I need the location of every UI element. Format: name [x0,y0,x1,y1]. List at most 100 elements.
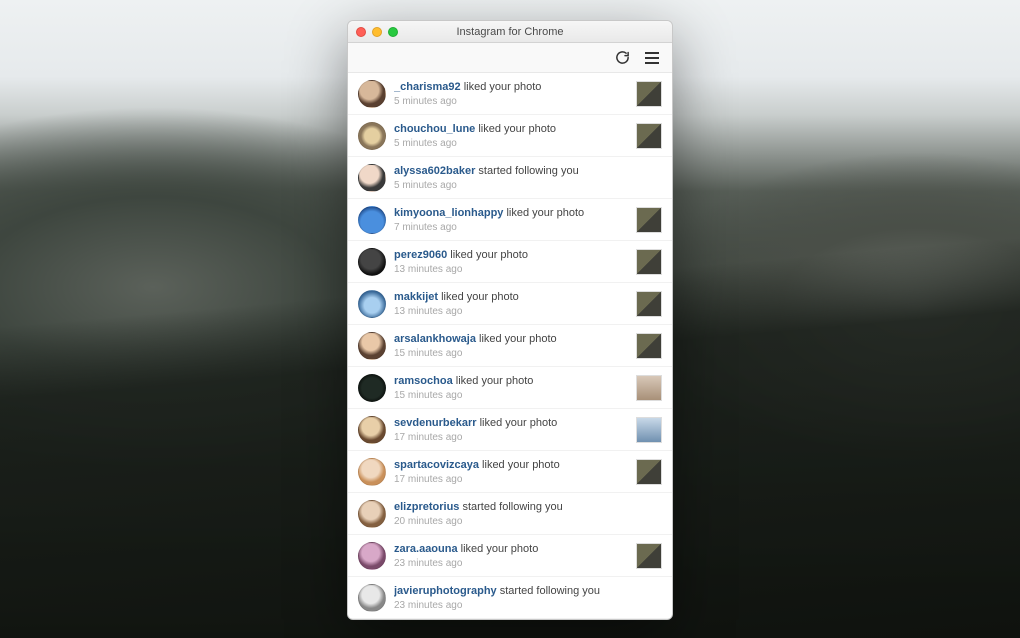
avatar[interactable] [358,332,386,360]
username-link[interactable]: makkijet [394,291,438,303]
avatar[interactable] [358,458,386,486]
avatar[interactable] [358,248,386,276]
action-text: liked your photo [476,333,557,345]
avatar[interactable] [358,374,386,402]
username-link[interactable]: kimyoona_lionhappy [394,207,503,219]
photo-thumbnail[interactable] [636,81,662,107]
notification-row[interactable]: perez9060 liked your photo 13 minutes ago [348,241,672,283]
notification-text: perez9060 liked your photo 13 minutes ago [394,248,628,274]
timestamp: 7 minutes ago [394,222,628,233]
notification-message: ramsochoa liked your photo [394,374,628,388]
notification-row[interactable]: ramsochoa liked your photo 15 minutes ago [348,367,672,409]
notification-message: sevdenurbekarr liked your photo [394,416,628,430]
notification-text: zara.aaouna liked your photo 23 minutes a… [394,542,628,568]
timestamp: 20 minutes ago [394,516,662,527]
avatar[interactable] [358,122,386,150]
username-link[interactable]: _charisma92 [394,81,461,93]
notification-message: kimyoona_lionhappy liked your photo [394,206,628,220]
action-text: liked your photo [447,249,528,261]
notification-text: arsalankhowaja liked your photo 15 minute… [394,332,628,358]
photo-thumbnail[interactable] [636,417,662,443]
notification-row[interactable]: zara.aaouna liked your photo 23 minutes a… [348,535,672,577]
username-link[interactable]: perez9060 [394,249,447,261]
notification-text: elizpretorius started following you 20 mi… [394,500,662,526]
username-link[interactable]: javieruphotography [394,585,497,597]
notification-row[interactable]: sevdenurbekarr liked your photo17 minute… [348,409,672,451]
username-link[interactable]: alyssa602baker [394,165,475,177]
notification-list[interactable]: _charisma92 liked your photo 5 minutes ag… [348,73,672,619]
photo-thumbnail[interactable] [636,291,662,317]
photo-thumbnail[interactable] [636,543,662,569]
titlebar: Instagram for Chrome [348,21,672,43]
avatar[interactable] [358,416,386,444]
action-text: liked your photo [438,291,519,303]
notification-text: ramsochoa liked your photo 15 minutes ago [394,374,628,400]
timestamp: 13 minutes ago [394,264,628,275]
notification-text: makkijet liked your photo 13 minutes ago [394,290,628,316]
action-text: liked your photo [477,417,558,429]
timestamp: 23 minutes ago [394,558,628,569]
zoom-window-button[interactable] [388,27,398,37]
avatar[interactable] [358,500,386,528]
notification-text: alyssa602baker started following you5 mi… [394,164,662,190]
action-text: liked your photo [453,375,534,387]
photo-thumbnail[interactable] [636,459,662,485]
window-controls [348,27,398,37]
avatar[interactable] [358,290,386,318]
photo-thumbnail[interactable] [636,375,662,401]
notification-row[interactable]: javieruphotography started following you… [348,577,672,619]
action-text: started following you [459,501,562,513]
username-link[interactable]: ramsochoa [394,375,453,387]
username-link[interactable]: elizpretorius [394,501,459,513]
notification-row[interactable]: alyssa602baker started following you5 mi… [348,157,672,199]
avatar[interactable] [358,164,386,192]
username-link[interactable]: spartacovizcaya [394,459,479,471]
notification-message: _charisma92 liked your photo [394,80,628,94]
notification-row[interactable]: elizpretorius started following you 20 mi… [348,493,672,535]
notification-message: perez9060 liked your photo [394,248,628,262]
notification-row[interactable]: spartacovizcaya liked your photo 17 minut… [348,451,672,493]
refresh-icon[interactable] [614,50,630,66]
photo-thumbnail[interactable] [636,207,662,233]
notification-text: _charisma92 liked your photo 5 minutes ag… [394,80,628,106]
timestamp: 5 minutes ago [394,138,628,149]
app-window: Instagram for Chrome _charisma92 liked y… [347,20,673,620]
notification-message: arsalankhowaja liked your photo [394,332,628,346]
notification-message: alyssa602baker started following you [394,164,662,178]
photo-thumbnail[interactable] [636,123,662,149]
notification-text: kimyoona_lionhappy liked your photo 7 min… [394,206,628,232]
minimize-window-button[interactable] [372,27,382,37]
timestamp: 17 minutes ago [394,474,628,485]
notification-text: javieruphotography started following you… [394,584,662,610]
notification-message: makkijet liked your photo [394,290,628,304]
photo-thumbnail[interactable] [636,333,662,359]
notification-message: javieruphotography started following you [394,584,662,598]
action-text: liked your photo [503,207,584,219]
menu-icon[interactable] [644,50,660,66]
notification-message: spartacovizcaya liked your photo [394,458,628,472]
avatar[interactable] [358,206,386,234]
username-link[interactable]: sevdenurbekarr [394,417,477,429]
close-window-button[interactable] [356,27,366,37]
timestamp: 15 minutes ago [394,348,628,359]
timestamp: 5 minutes ago [394,96,628,107]
notification-text: sevdenurbekarr liked your photo17 minute… [394,416,628,442]
username-link[interactable]: chouchou_lune [394,123,475,135]
username-link[interactable]: zara.aaouna [394,543,458,555]
avatar[interactable] [358,584,386,612]
timestamp: 13 minutes ago [394,306,628,317]
action-text: liked your photo [479,459,560,471]
notification-row[interactable]: arsalankhowaja liked your photo 15 minute… [348,325,672,367]
avatar[interactable] [358,542,386,570]
notification-message: zara.aaouna liked your photo [394,542,628,556]
notification-row[interactable]: kimyoona_lionhappy liked your photo 7 min… [348,199,672,241]
notification-row[interactable]: _charisma92 liked your photo 5 minutes ag… [348,73,672,115]
avatar[interactable] [358,80,386,108]
notification-row[interactable]: makkijet liked your photo 13 minutes ago [348,283,672,325]
username-link[interactable]: arsalankhowaja [394,333,476,345]
photo-thumbnail[interactable] [636,249,662,275]
notification-row[interactable]: chouchou_lune liked your photo5 minutes … [348,115,672,157]
timestamp: 15 minutes ago [394,390,628,401]
action-text: started following you [497,585,600,597]
notification-text: spartacovizcaya liked your photo 17 minut… [394,458,628,484]
